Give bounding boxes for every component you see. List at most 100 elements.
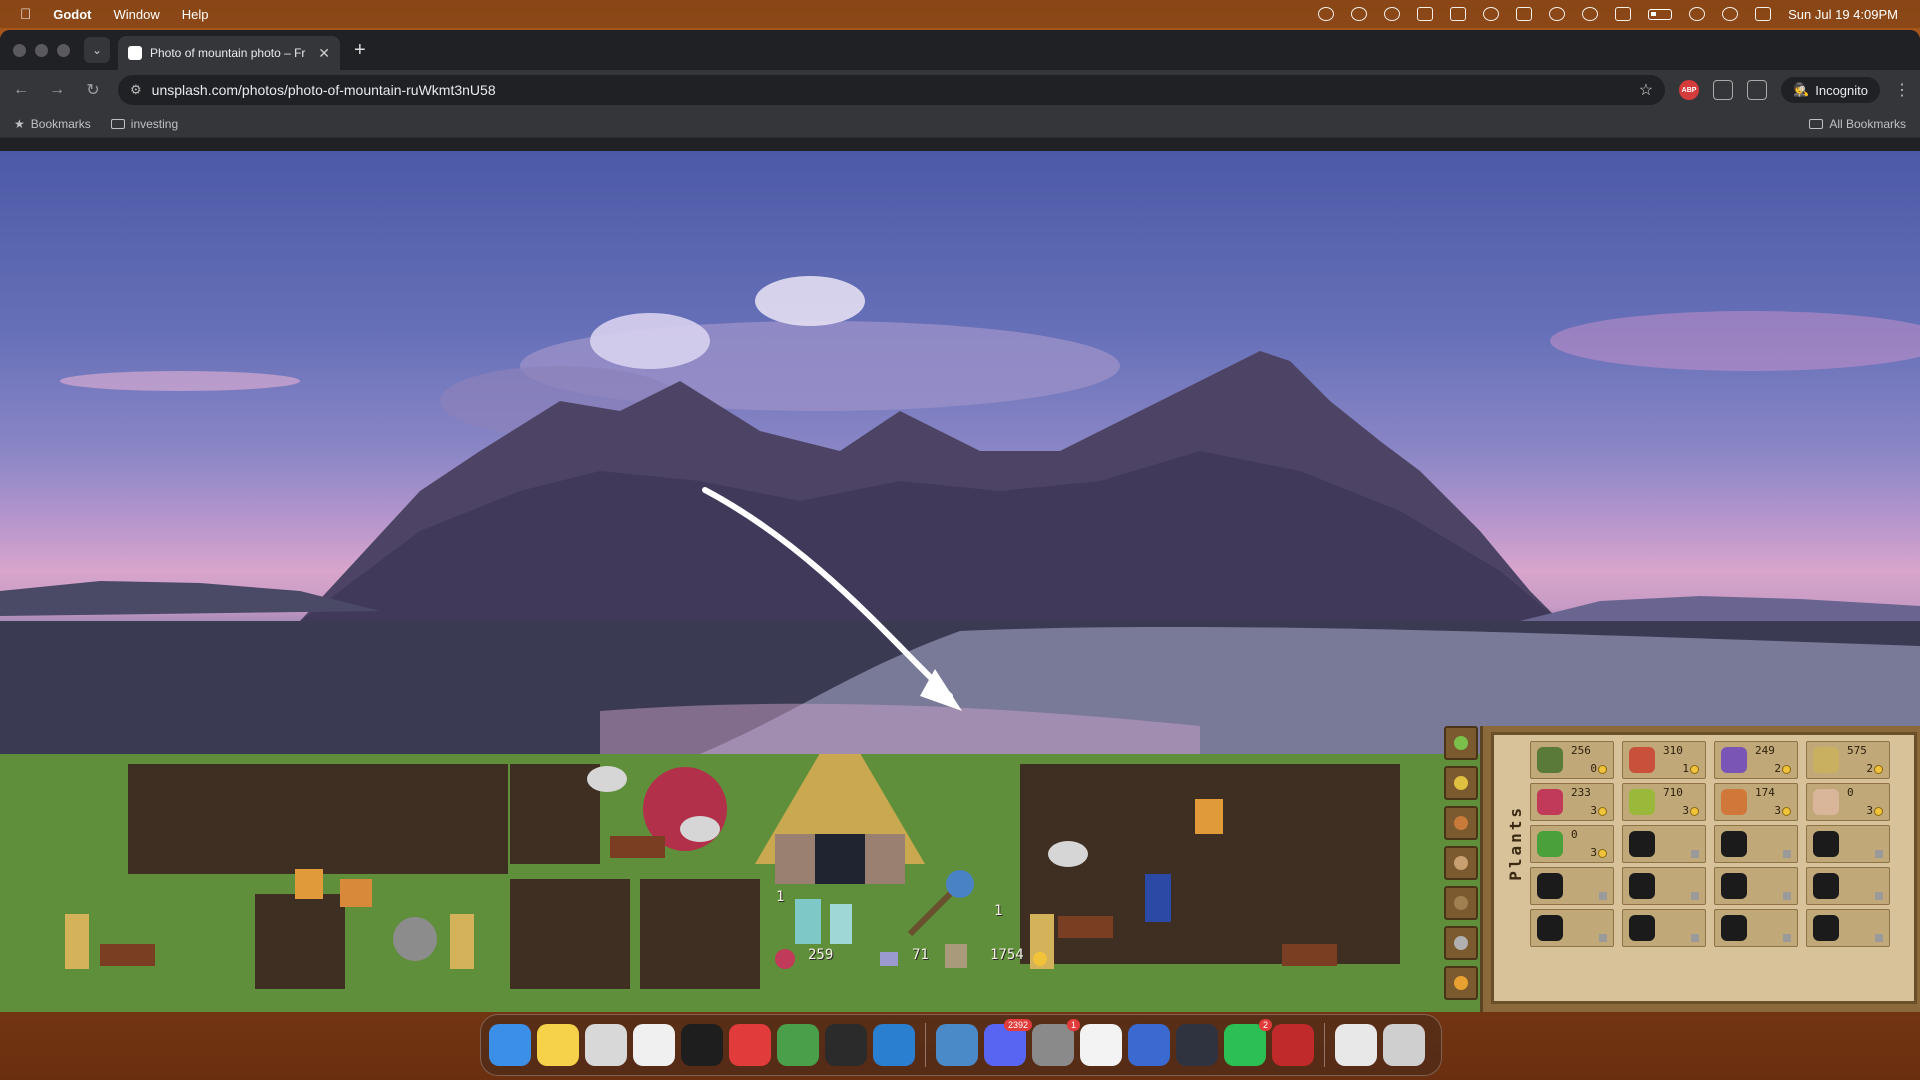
- apple-menu-icon[interactable]: : [20, 6, 31, 23]
- play-status-icon[interactable]: [1582, 7, 1599, 21]
- tab-empty[interactable]: [1444, 886, 1478, 920]
- app-menu-godot[interactable]: Godot: [53, 7, 91, 22]
- menu-window[interactable]: Window: [114, 7, 160, 22]
- tab-search-button[interactable]: ⌄: [84, 37, 110, 63]
- inventory-slot[interactable]: [1622, 909, 1706, 947]
- dock-app-chrome-icon[interactable]: [777, 1024, 819, 1066]
- network-status-icon[interactable]: [1384, 7, 1401, 21]
- new-tab-button[interactable]: +: [354, 39, 366, 62]
- toggle-status-icon[interactable]: [1516, 7, 1533, 21]
- tab-seeds[interactable]: [1444, 766, 1478, 800]
- minimize-window-button[interactable]: [35, 43, 48, 57]
- dock-app-vivaldi-icon[interactable]: [729, 1024, 771, 1066]
- inventory-slot[interactable]: 03: [1806, 783, 1890, 821]
- sprinkler-tool[interactable]: [946, 870, 974, 898]
- chest[interactable]: [1282, 944, 1337, 966]
- inventory-slot[interactable]: [1530, 867, 1614, 905]
- forward-button[interactable]: →: [46, 81, 68, 99]
- chest[interactable]: [100, 944, 155, 966]
- inventory-slot[interactable]: [1530, 909, 1614, 947]
- dock-app-notes-icon[interactable]: [537, 1024, 579, 1066]
- spotlight-search-icon[interactable]: [1722, 7, 1739, 21]
- puzzle-extension-icon[interactable]: [1713, 80, 1734, 100]
- address-bar[interactable]: ⚙ unsplash.com/photos/photo-of-mountain-…: [118, 75, 1666, 105]
- mute-status-icon[interactable]: [1615, 7, 1632, 21]
- deer-animal[interactable]: [1195, 799, 1223, 834]
- bookmarks-item[interactable]: ★ Bookmarks: [14, 117, 91, 131]
- abp-extension-icon[interactable]: ABP: [1679, 80, 1700, 100]
- house-door[interactable]: [815, 834, 865, 884]
- vpn-status-icon[interactable]: [1549, 7, 1566, 21]
- close-window-button[interactable]: [13, 43, 26, 57]
- close-tab-icon[interactable]: ✕: [318, 45, 330, 62]
- browser-menu-icon[interactable]: ⋮: [1894, 80, 1910, 100]
- inventory-slot[interactable]: 310 1: [1622, 741, 1706, 779]
- fox-animal[interactable]: [340, 879, 372, 907]
- dock-app-tableplus-icon[interactable]: [1128, 1024, 1170, 1066]
- rocket-status-icon[interactable]: [1318, 7, 1335, 21]
- sheep-animal[interactable]: [1048, 841, 1088, 867]
- reload-button[interactable]: ↻: [82, 80, 104, 100]
- chest[interactable]: [1058, 916, 1113, 938]
- potion-bottle[interactable]: [830, 904, 852, 944]
- inventory-slot[interactable]: [1806, 825, 1890, 863]
- inventory-slot[interactable]: 174 3: [1714, 783, 1798, 821]
- sync-status-icon[interactable]: [1351, 7, 1368, 21]
- dock-app-obs-icon[interactable]: [825, 1024, 867, 1066]
- tab-plants[interactable]: [1444, 726, 1478, 760]
- dock-app-app-dark-icon[interactable]: [1176, 1024, 1218, 1066]
- dock-app-terminal-icon[interactable]: [681, 1024, 723, 1066]
- potion-bottle[interactable]: [795, 899, 821, 944]
- player-wizard[interactable]: [1145, 874, 1171, 922]
- deer-animal[interactable]: [295, 869, 323, 899]
- sheep-animal[interactable]: [587, 766, 627, 792]
- menu-clock[interactable]: Sun Jul 19 4:09PM: [1788, 7, 1898, 22]
- dock-app-downloads-icon[interactable]: [1335, 1024, 1377, 1066]
- dock-app-notes-2-icon[interactable]: [1080, 1024, 1122, 1066]
- inventory-slot[interactable]: 710 3: [1622, 783, 1706, 821]
- chest[interactable]: [610, 836, 665, 858]
- menu-help[interactable]: Help: [182, 7, 209, 22]
- inventory-slot[interactable]: [1714, 825, 1798, 863]
- wifi-icon[interactable]: [1689, 7, 1706, 21]
- inventory-slot[interactable]: 256 0: [1530, 741, 1614, 779]
- tab-items[interactable]: [1444, 806, 1478, 840]
- inventory-slot[interactable]: 03: [1530, 825, 1614, 863]
- inventory-slot[interactable]: [1806, 867, 1890, 905]
- inventory-slot[interactable]: [1714, 867, 1798, 905]
- site-info-icon[interactable]: ⚙: [130, 82, 142, 98]
- sync-icon[interactable]: [1747, 80, 1768, 100]
- bookmark-star-icon[interactable]: ☆: [1639, 80, 1653, 100]
- dock-app-whatsapp-icon[interactable]: 2: [1224, 1019, 1272, 1066]
- dock-app-discord-icon[interactable]: 2392: [984, 1019, 1032, 1066]
- all-bookmarks-button[interactable]: All Bookmarks: [1809, 117, 1906, 131]
- dock-app-safari-like-icon[interactable]: [633, 1024, 675, 1066]
- water-well[interactable]: [393, 917, 437, 961]
- inventory-slot[interactable]: 249 2: [1714, 741, 1798, 779]
- url-text[interactable]: unsplash.com/photos/photo-of-mountain-ru…: [152, 82, 1629, 98]
- battery-icon[interactable]: [1648, 8, 1673, 20]
- display-status-icon[interactable]: [1417, 7, 1434, 21]
- dock-app-vscode-icon[interactable]: [873, 1024, 915, 1066]
- dock-app-launchpad-icon[interactable]: [585, 1024, 627, 1066]
- cast-status-icon[interactable]: [1450, 7, 1467, 21]
- tab-coins[interactable]: [1444, 966, 1478, 1000]
- inventory-slot[interactable]: [1622, 825, 1706, 863]
- sheep-animal[interactable]: [680, 816, 720, 842]
- inventory-slot[interactable]: [1806, 909, 1890, 947]
- bookmark-folder-investing[interactable]: investing: [110, 117, 178, 131]
- incognito-profile-button[interactable]: 🕵 Incognito: [1781, 77, 1880, 103]
- inventory-slot[interactable]: [1714, 909, 1798, 947]
- inventory-slot[interactable]: 233 3: [1530, 783, 1614, 821]
- dock-app-godot-icon[interactable]: [936, 1024, 978, 1066]
- cloud-status-icon[interactable]: [1483, 7, 1500, 21]
- dock-app-system-settings-icon[interactable]: 1: [1032, 1019, 1080, 1066]
- dock-app-finder-icon[interactable]: [489, 1024, 531, 1066]
- tab-settings[interactable]: [1444, 926, 1478, 960]
- control-center-icon[interactable]: [1755, 7, 1772, 21]
- maximize-window-button[interactable]: [57, 43, 70, 57]
- dock-app-app-red-icon[interactable]: [1272, 1024, 1314, 1066]
- inventory-slot[interactable]: 575 2: [1806, 741, 1890, 779]
- inventory-slot[interactable]: [1622, 867, 1706, 905]
- dock-app-trash-icon[interactable]: [1383, 1024, 1425, 1066]
